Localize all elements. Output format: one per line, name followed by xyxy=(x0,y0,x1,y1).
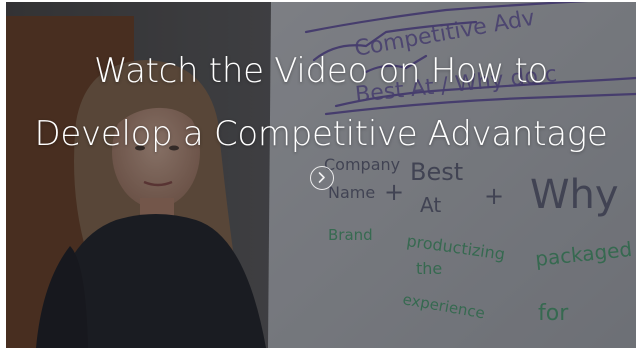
video-card[interactable]: Competitive Adv Best At / Why do c Compa… xyxy=(6,2,636,348)
video-title: Watch the Video on How to Develop a Comp… xyxy=(6,40,636,166)
chevron-right-icon xyxy=(318,172,325,183)
video-title-line-1: Watch the Video on How to xyxy=(93,51,549,91)
play-button[interactable] xyxy=(310,166,334,190)
video-title-line-2: Develop a Competitive Advantage xyxy=(34,114,608,154)
